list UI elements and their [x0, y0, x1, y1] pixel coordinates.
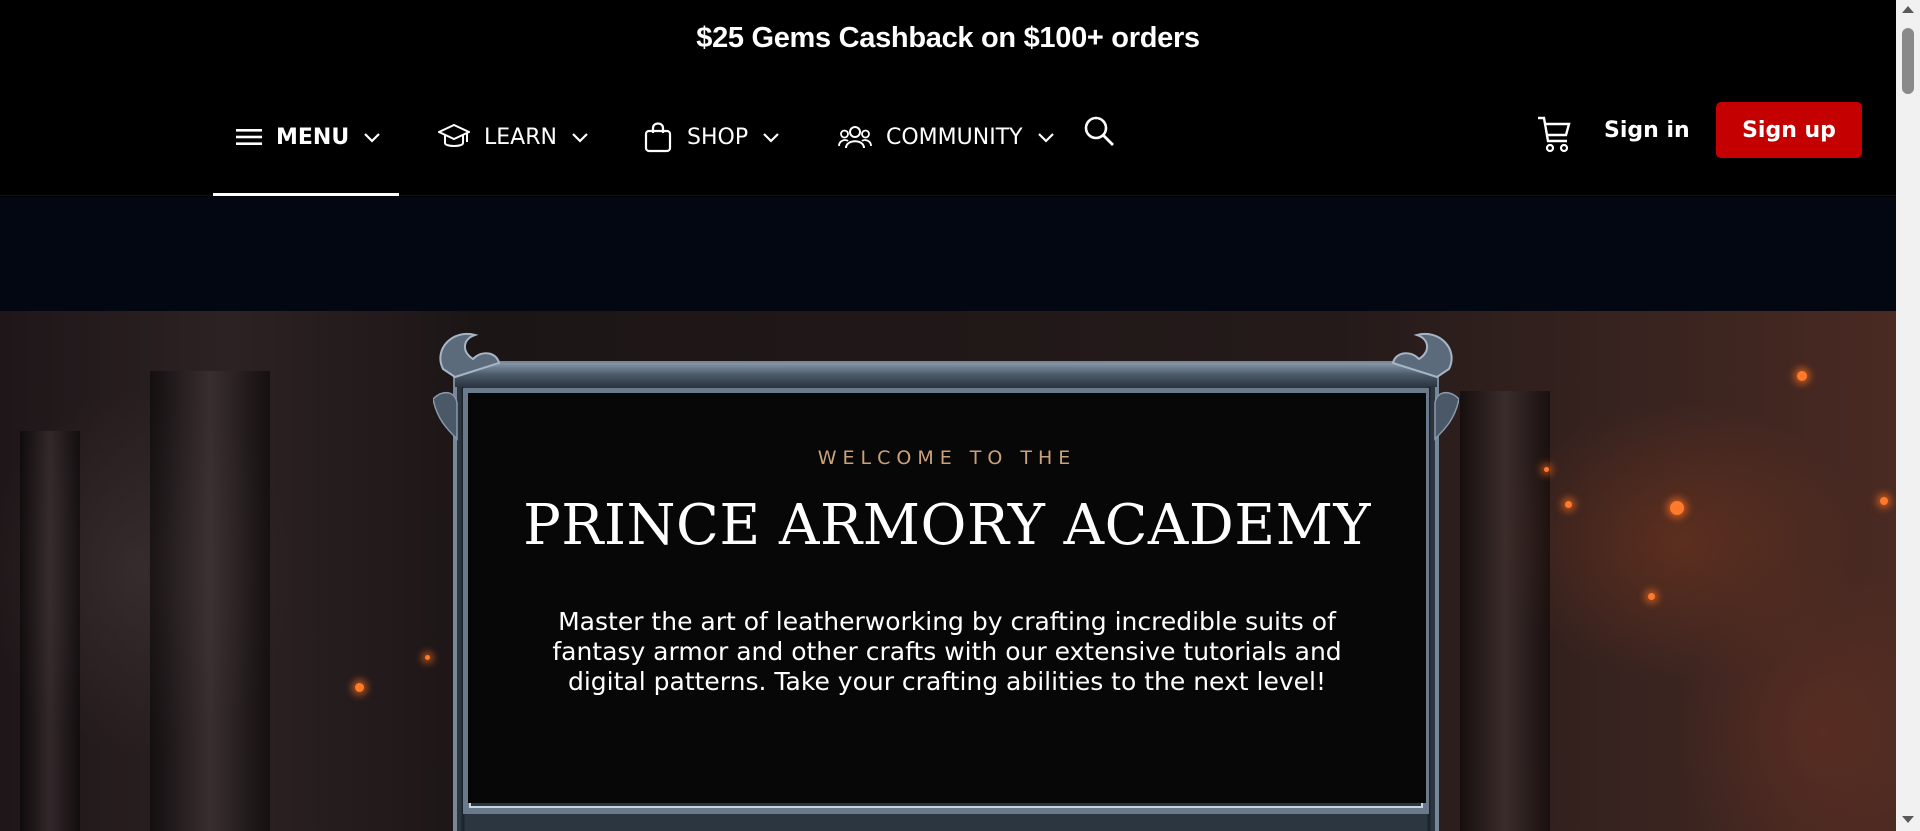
nav-menu-label: MENU	[276, 124, 350, 150]
users-icon	[838, 124, 872, 150]
ember-glow	[1565, 501, 1572, 508]
nav-shop-label: SHOP	[687, 124, 749, 150]
shopping-bag-icon	[643, 121, 673, 153]
hero-section: WELCOME TO THE PRINCE ARMORY ACADEMY Mas…	[0, 311, 1896, 831]
sign-in-link[interactable]: Sign in	[1604, 118, 1690, 143]
nav-community[interactable]: COMMUNITY	[838, 78, 1055, 196]
nav-learn[interactable]: LEARN	[438, 78, 589, 196]
chevron-down-icon	[1037, 131, 1055, 143]
ember-glow	[1648, 593, 1655, 600]
promo-text: $25 Gems Cashback on $100+ orders	[696, 21, 1200, 54]
ember-glow	[355, 683, 364, 692]
scroll-up-arrow-icon[interactable]	[1902, 6, 1914, 13]
chevron-down-icon	[363, 131, 381, 143]
cart-icon[interactable]	[1535, 114, 1573, 154]
hero-spacer-band	[0, 197, 1896, 311]
nav-menu[interactable]: MENU	[212, 78, 400, 196]
hero-description: Master the art of leatherworking by craf…	[552, 607, 1342, 696]
ember-glow	[1544, 467, 1549, 472]
nav-community-label: COMMUNITY	[886, 124, 1023, 150]
page-scrollbar[interactable]	[1896, 0, 1920, 831]
background-pillar	[20, 431, 80, 831]
hero-title: PRINCE ARMORY ACADEMY	[523, 493, 1371, 558]
promo-bar: $25 Gems Cashback on $100+ orders	[0, 0, 1896, 78]
hero-eyebrow: WELCOME TO THE	[817, 447, 1077, 469]
search-icon[interactable]	[1082, 114, 1116, 148]
nav-shop[interactable]: SHOP	[643, 78, 780, 196]
sign-up-button[interactable]: Sign up	[1716, 102, 1862, 158]
hamburger-icon	[236, 127, 262, 147]
ember-glow	[1670, 501, 1684, 515]
graduation-cap-icon	[438, 122, 470, 152]
ember-glow	[1797, 371, 1807, 381]
nav-learn-label: LEARN	[484, 124, 557, 150]
ember-glow	[1880, 497, 1888, 505]
background-pillar	[150, 371, 270, 831]
chevron-down-icon	[571, 131, 589, 143]
scrollbar-thumb[interactable]	[1902, 28, 1914, 94]
ember-glow	[425, 655, 430, 660]
background-pillar	[1460, 391, 1550, 831]
scroll-down-arrow-icon[interactable]	[1902, 816, 1914, 823]
main-nav: MENU LEARN SHOP COMMUNITY Sign in Sign u…	[0, 78, 1896, 196]
chevron-down-icon	[762, 131, 780, 143]
